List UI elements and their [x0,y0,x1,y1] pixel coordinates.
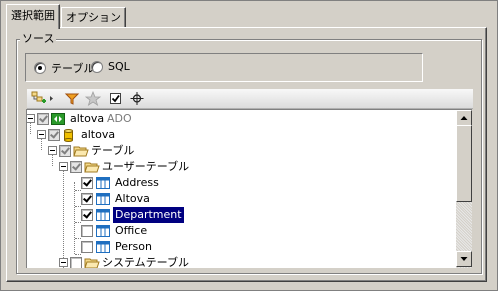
tree-row-table[interactable]: Person [27,239,457,255]
tab-options[interactable]: オプション [61,7,126,28]
table-radio-label: テーブル [51,62,95,75]
folder-open-icon [73,145,89,157]
tree-node-suffix: ADO [107,112,132,125]
tab-selection[interactable]: 選択範囲 [6,4,60,29]
ado-connection-icon [51,113,65,125]
favorite-star-icon[interactable] [84,90,102,106]
collapse-icon[interactable] [37,130,46,139]
tree-node-label: ユーザーテーブル [102,160,190,173]
tree-checkbox[interactable] [81,241,93,253]
scroll-thumb[interactable] [456,125,472,202]
tree-node-label: Altova [115,192,150,205]
collapse-icon[interactable] [27,114,35,123]
tree-node-label: altova [81,128,116,141]
tree-node-label: Person [115,240,152,253]
folder-open-icon [84,161,100,173]
tree-row-table[interactable]: Office [27,223,457,239]
source-type-box: テーブル SQL [25,53,423,82]
tree-row-table[interactable]: Altova [27,191,457,207]
tree-node-label: altova [70,112,105,125]
tree-node-label: Office [115,224,148,237]
tree-row-connection[interactable]: altova ADO [27,111,457,127]
tree-node-label: システムテーブル [102,256,190,268]
collapse-icon[interactable] [59,258,68,267]
table-radio-button[interactable] [34,62,46,74]
tree-checkbox[interactable] [70,161,82,173]
tree-row-system-tables[interactable]: システムテーブル [27,255,457,268]
tree-node-label: テーブル [91,144,135,157]
add-table-icon[interactable] [31,91,47,106]
tree-checkbox[interactable] [48,129,60,141]
tree-checkbox[interactable] [81,225,93,237]
tree-toolbar [27,89,473,109]
source-group-label: ソース [20,32,57,45]
folder-open-icon [84,257,100,268]
database-icon [63,129,75,142]
source-tree[interactable]: altova ADO altova テーブル ユーザーテーブル Address … [26,109,457,268]
dropdown-arrow-icon[interactable] [48,91,56,106]
sql-radio-button[interactable] [91,60,103,73]
tree-node-label: Department [113,207,184,223]
tree-checkbox[interactable] [59,145,71,157]
tree-checkbox[interactable] [70,257,82,268]
checked-only-icon[interactable] [108,91,124,106]
tree-row-tables-folder[interactable]: テーブル [27,143,457,159]
scroll-up-button[interactable] [456,110,472,126]
tree-row-user-tables[interactable]: ユーザーテーブル [27,159,457,175]
tree-node-label: Address [115,176,159,189]
tree-row-table[interactable]: Address [27,175,457,191]
radio-option-sql[interactable]: SQL [91,60,130,73]
tree-vertical-scrollbar[interactable] [456,109,472,268]
tree-checkbox[interactable] [81,193,93,205]
locate-icon[interactable] [129,91,145,106]
sql-radio-label: SQL [108,60,130,73]
filter-icon[interactable] [64,91,80,106]
tree-row-database[interactable]: altova [27,127,457,143]
tree-checkbox[interactable] [81,209,93,221]
tree-checkbox[interactable] [81,177,93,189]
scroll-down-button[interactable] [456,251,472,267]
collapse-icon[interactable] [48,146,57,155]
tree-row-table-selected[interactable]: Department [27,207,457,223]
collapse-icon[interactable] [59,162,68,171]
radio-option-table[interactable]: テーブル [34,60,94,76]
tree-checkbox[interactable] [37,113,49,125]
